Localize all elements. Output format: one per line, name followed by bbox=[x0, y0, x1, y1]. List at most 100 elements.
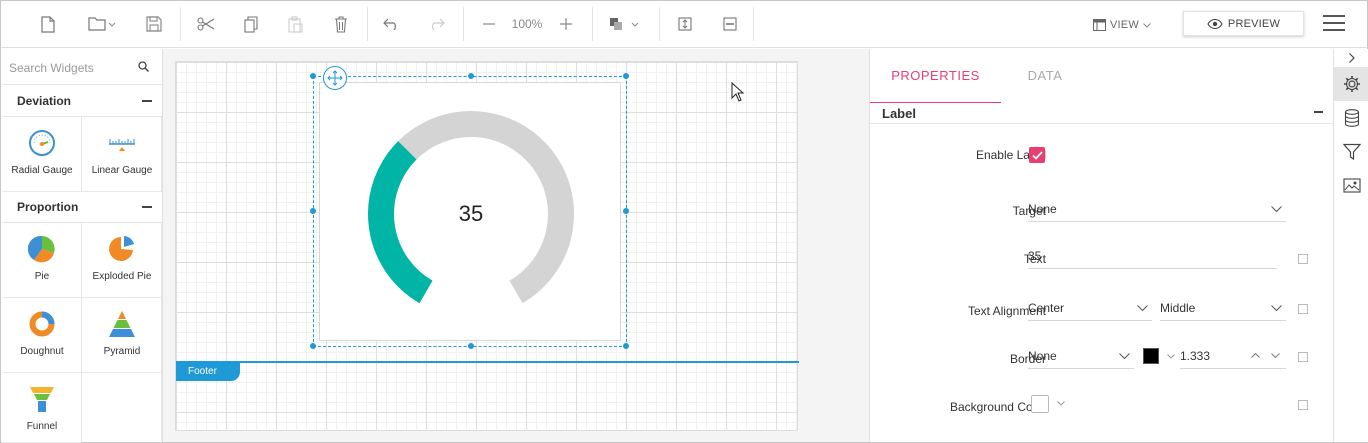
resize-handle[interactable] bbox=[623, 208, 629, 214]
toolbar-separator bbox=[753, 7, 754, 41]
background-binding-checkbox[interactable] bbox=[1298, 400, 1308, 410]
database-icon[interactable] bbox=[1334, 101, 1368, 135]
text-alignment-label: Text Alignment bbox=[967, 304, 1046, 318]
design-canvas: 35 Footer bbox=[163, 49, 869, 442]
category-deviation[interactable]: Deviation bbox=[2, 85, 162, 117]
border-binding-checkbox[interactable] bbox=[1298, 352, 1308, 362]
border-style-dropdown[interactable]: None bbox=[1028, 345, 1134, 369]
delete-icon[interactable] bbox=[328, 9, 354, 39]
vertical-alignment-dropdown[interactable]: Middle bbox=[1160, 297, 1286, 321]
resize-handle[interactable] bbox=[310, 73, 316, 79]
horizontal-alignment-dropdown[interactable]: Center bbox=[1028, 297, 1152, 321]
toolbar-separator bbox=[180, 7, 181, 41]
view-button[interactable]: VIEW bbox=[1093, 13, 1151, 37]
mouse-pointer-icon bbox=[731, 82, 745, 102]
resize-handle[interactable] bbox=[468, 343, 474, 349]
widget-doughnut[interactable]: Doughnut bbox=[2, 298, 82, 373]
gauge-widget-body[interactable]: 35 bbox=[319, 82, 621, 341]
widget-pyramid[interactable]: Pyramid bbox=[82, 298, 162, 373]
target-dropdown[interactable]: None bbox=[1028, 198, 1286, 222]
filter-icon[interactable] bbox=[1334, 135, 1368, 169]
category-proportion[interactable]: Proportion bbox=[2, 191, 162, 223]
chevron-down-icon[interactable] bbox=[1271, 353, 1280, 358]
settings-gear-icon[interactable] bbox=[1334, 67, 1368, 101]
border-color-swatch[interactable] bbox=[1143, 348, 1159, 364]
horizontal-alignment-value: Center bbox=[1028, 301, 1065, 315]
copy-icon[interactable] bbox=[238, 9, 264, 39]
arrange-order-icon[interactable] bbox=[607, 9, 641, 39]
widget-pie[interactable]: Pie bbox=[2, 223, 82, 298]
widget-label: Funnel bbox=[26, 421, 58, 432]
funnel-icon bbox=[30, 387, 54, 412]
radial-gauge-icon bbox=[29, 130, 55, 156]
toolbar-separator bbox=[463, 7, 464, 41]
text-input[interactable]: 35 bbox=[1028, 245, 1277, 269]
search-icon[interactable] bbox=[138, 61, 149, 72]
resize-handle[interactable] bbox=[623, 73, 629, 79]
category-label: Deviation bbox=[17, 94, 72, 108]
preview-button[interactable]: PREVIEW bbox=[1183, 11, 1304, 36]
zoom-out-icon[interactable] bbox=[477, 9, 501, 39]
save-icon[interactable] bbox=[141, 9, 167, 39]
cut-icon[interactable] bbox=[193, 9, 219, 39]
image-settings-icon[interactable] bbox=[1334, 169, 1368, 203]
redo-icon[interactable] bbox=[423, 9, 449, 39]
section-label-header[interactable]: Label bbox=[870, 103, 1334, 124]
chevron-down-icon[interactable] bbox=[1057, 401, 1065, 406]
zoom-level: 100% bbox=[511, 17, 543, 31]
move-handle-icon[interactable] bbox=[323, 66, 347, 90]
right-rail bbox=[1333, 49, 1368, 442]
view-label: VIEW bbox=[1110, 19, 1139, 31]
undo-icon[interactable] bbox=[379, 9, 405, 39]
new-file-icon[interactable] bbox=[35, 9, 61, 39]
resize-handle[interactable] bbox=[310, 208, 316, 214]
widget-label: Exploded Pie bbox=[92, 271, 152, 282]
toolbar-separator bbox=[592, 7, 593, 41]
alignment-binding-checkbox[interactable] bbox=[1298, 304, 1308, 314]
fit-width-icon[interactable] bbox=[718, 9, 742, 39]
text-label: Text bbox=[1023, 252, 1046, 266]
footer-divider bbox=[176, 361, 799, 363]
text-binding-checkbox[interactable] bbox=[1298, 254, 1308, 264]
collapse-icon[interactable] bbox=[142, 206, 152, 208]
pie-chart-icon bbox=[28, 235, 55, 263]
background-color-label: Background Color bbox=[949, 400, 1046, 414]
tab-data[interactable]: DATA bbox=[1001, 49, 1089, 103]
enable-label-checkbox[interactable] bbox=[1029, 147, 1045, 163]
resize-handle[interactable] bbox=[310, 343, 316, 349]
collapse-icon[interactable] bbox=[142, 100, 152, 102]
widget-exploded-pie[interactable]: Exploded Pie bbox=[82, 223, 162, 298]
report-design-surface[interactable]: 35 Footer bbox=[175, 61, 799, 431]
fit-height-icon[interactable] bbox=[673, 9, 697, 39]
collapse-icon[interactable] bbox=[1314, 111, 1323, 113]
tab-properties[interactable]: PROPERTIES bbox=[870, 49, 1001, 103]
eye-icon bbox=[1207, 18, 1223, 29]
hamburger-menu-icon[interactable] bbox=[1323, 15, 1345, 33]
chevron-up-icon[interactable] bbox=[1251, 353, 1260, 358]
widget-radial-gauge[interactable]: Radial Gauge bbox=[2, 117, 82, 192]
toolbar: 100% VIEW PREVIEW bbox=[1, 1, 1367, 48]
resize-handle[interactable] bbox=[623, 343, 629, 349]
target-value: None bbox=[1028, 202, 1057, 216]
enable-label-label: Enable Label bbox=[975, 148, 1046, 162]
widget-panel: Deviation Radial Gauge Linear Gauge Prop… bbox=[2, 49, 163, 443]
paste-icon[interactable] bbox=[282, 9, 308, 39]
zoom-in-icon[interactable] bbox=[554, 9, 578, 39]
widget-funnel[interactable]: Funnel bbox=[2, 373, 82, 443]
chevron-down-icon[interactable] bbox=[1167, 354, 1175, 359]
resize-handle[interactable] bbox=[468, 73, 474, 79]
pyramid-icon bbox=[109, 311, 135, 337]
gauge-value-label: 35 bbox=[458, 201, 484, 226]
border-width-stepper[interactable]: 1.333 bbox=[1180, 345, 1286, 369]
selected-gauge-widget[interactable]: 35 bbox=[310, 73, 629, 349]
properties-panel: PROPERTIES DATA Label Enable Label Targe… bbox=[869, 49, 1334, 442]
widget-label: Doughnut bbox=[20, 346, 64, 357]
search-input[interactable] bbox=[9, 58, 131, 78]
collapse-panel-icon[interactable] bbox=[1334, 49, 1368, 67]
category-label: Proportion bbox=[17, 200, 79, 214]
linear-gauge-icon bbox=[109, 139, 135, 151]
open-folder-icon[interactable] bbox=[85, 9, 119, 39]
background-color-swatch[interactable] bbox=[1031, 395, 1049, 413]
footer-band-tag[interactable]: Footer bbox=[176, 363, 240, 381]
widget-linear-gauge[interactable]: Linear Gauge bbox=[82, 117, 162, 192]
